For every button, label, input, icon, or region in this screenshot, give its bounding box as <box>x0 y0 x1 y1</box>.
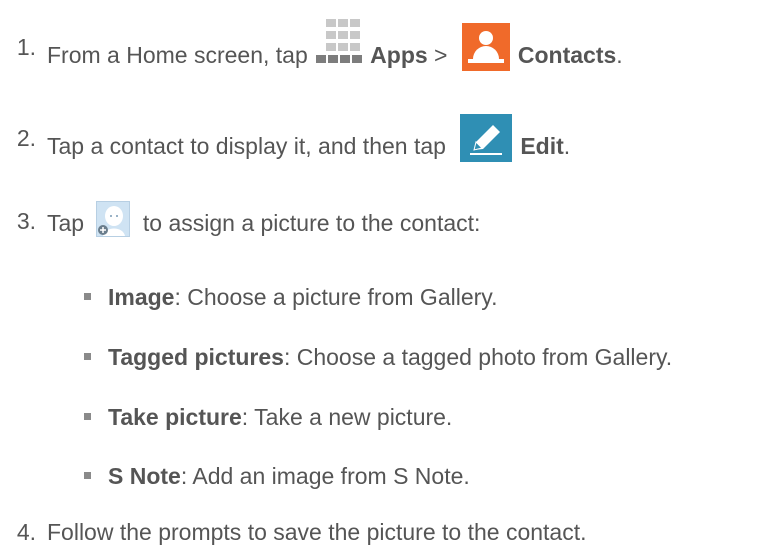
option-desc: : Take a new picture. <box>241 404 453 430</box>
step-number: 4. <box>16 519 36 545</box>
step-3-prefix: Tap <box>47 210 85 237</box>
step-3-suffix: to assign a picture to the contact: <box>142 210 481 237</box>
step-number: 3. <box>16 208 36 234</box>
option-desc: : Choose a tagged photo from Gallery. <box>283 344 673 370</box>
apps-label: Apps <box>370 42 428 69</box>
step-1-prefix: From a Home screen, tap <box>47 42 308 69</box>
step-text: From a Home screen, tap Apps > Contacts. <box>47 19 623 81</box>
edit-label: Edit <box>520 133 564 160</box>
option-text: S Note: Add an image from S Note. <box>108 462 470 490</box>
step-text: Follow the prompts to save the picture t… <box>47 519 587 545</box>
apps-grid-icon <box>316 19 366 67</box>
option-desc: : Choose a picture from Gallery. <box>174 284 498 310</box>
step-text: Tap a contact to display it, and then ta… <box>47 114 571 172</box>
step-text: Tap to assign a picture to the contact: <box>47 201 481 243</box>
step-number: 1. <box>16 34 36 60</box>
edit-pencil-icon <box>460 114 513 162</box>
bullet <box>84 413 91 420</box>
option-desc: : Add an image from S Note. <box>180 463 470 489</box>
option-label: S Note <box>108 463 181 489</box>
separator: > <box>434 42 448 69</box>
step-end: . <box>616 42 623 69</box>
step-2-prefix: Tap a contact to display it, and then ta… <box>47 133 446 160</box>
option-text: Image: Choose a picture from Gallery. <box>108 283 497 311</box>
option-label: Take picture <box>108 404 242 430</box>
option-text: Take picture: Take a new picture. <box>108 403 452 431</box>
bullet <box>84 353 91 360</box>
option-text: Tagged pictures: Choose a tagged photo f… <box>108 343 672 371</box>
option-label: Tagged pictures <box>108 344 284 370</box>
step-number: 2. <box>16 125 36 151</box>
bullet <box>84 293 91 300</box>
contact-picture-icon <box>96 201 131 237</box>
contacts-icon <box>461 23 510 71</box>
step-end: . <box>563 133 571 160</box>
option-label: Image <box>108 284 175 310</box>
bullet <box>84 472 91 479</box>
contacts-label: Contacts <box>517 42 617 69</box>
